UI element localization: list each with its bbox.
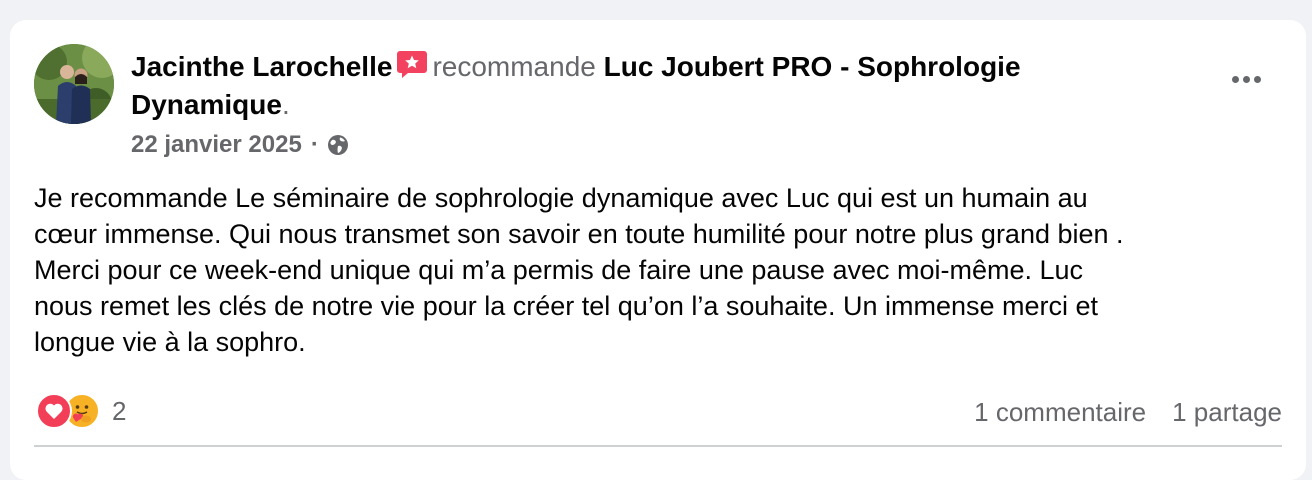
post-header: Jacinthe Larochelle recommande Luc Jouber…: [131, 48, 1131, 124]
reactions-summary[interactable]: 2: [36, 393, 126, 429]
more-options-icon[interactable]: [1224, 64, 1268, 94]
meta-separator: ·: [310, 131, 319, 158]
author-avatar[interactable]: [34, 44, 114, 124]
author-name[interactable]: Jacinthe Larochelle: [131, 51, 392, 82]
header-period: .: [281, 89, 290, 120]
post-stats: 1 commentaire 1 partage: [974, 394, 1282, 430]
post-date[interactable]: 22 janvier 2025: [131, 130, 302, 160]
love-reaction-icon: [36, 393, 72, 429]
post-body: Je recommande Le séminaire de sophrologi…: [34, 183, 1124, 357]
reaction-count: 2: [112, 395, 127, 426]
globe-icon[interactable]: [326, 133, 350, 157]
post-meta: 22 janvier 2025 ·: [131, 130, 350, 160]
avatar-photo: [34, 44, 114, 124]
action-divider: [34, 445, 1282, 447]
post-card: Jacinthe Larochelle recommande Luc Jouber…: [10, 20, 1306, 480]
recommend-verb: recommande: [432, 51, 596, 82]
star-badge-icon: [396, 49, 428, 79]
shares-count-link[interactable]: 1 partage: [1172, 394, 1282, 430]
comments-count-link[interactable]: 1 commentaire: [974, 394, 1146, 430]
